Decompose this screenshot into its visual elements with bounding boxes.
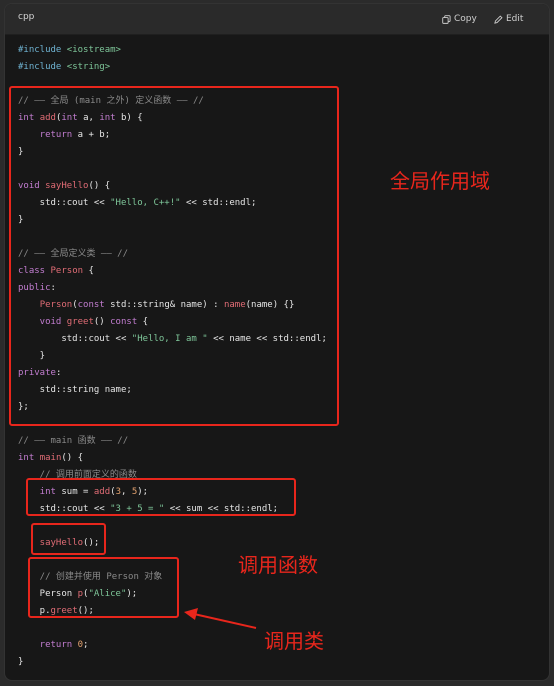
call-function-annotation: 调用函数 — [238, 553, 318, 577]
edit-label: Edit — [506, 14, 524, 24]
copy-button[interactable]: Copy — [442, 11, 477, 27]
code-token: ; — [83, 640, 89, 650]
code-token: #include — [18, 45, 67, 55]
code-header: cpp Copy Edit — [5, 4, 549, 35]
call-add-box — [26, 478, 296, 516]
global-scope-box — [9, 86, 339, 426]
copy-icon — [442, 14, 451, 24]
call-sayhello-box — [31, 523, 106, 555]
code-line: // —— main 函数 —— // — [18, 433, 327, 450]
code-line: #include <iostream> — [18, 42, 327, 59]
pencil-icon — [494, 14, 503, 24]
code-token: () { — [61, 453, 84, 463]
code-token: <iostream> — [66, 45, 121, 55]
arrow-icon — [184, 608, 257, 629]
edit-button[interactable]: Edit — [494, 11, 523, 27]
code-token: return — [18, 640, 78, 650]
call-person-box — [28, 557, 179, 618]
code-token: int — [18, 453, 40, 463]
code-token: // —— main 函数 —— // — [18, 436, 129, 446]
code-line: int main() { — [18, 450, 327, 467]
language-label: cpp — [18, 12, 35, 22]
code-line: #include <string> — [18, 59, 327, 76]
code-token: <string> — [66, 62, 111, 72]
copy-label: Copy — [454, 14, 477, 24]
call-class-annotation: 调用类 — [264, 629, 324, 653]
code-token: } — [18, 657, 24, 667]
code-token: #include — [18, 62, 67, 72]
code-line: } — [18, 654, 327, 671]
global-scope-annotation: 全局作用域 — [390, 169, 490, 193]
code-token: main — [39, 453, 62, 463]
